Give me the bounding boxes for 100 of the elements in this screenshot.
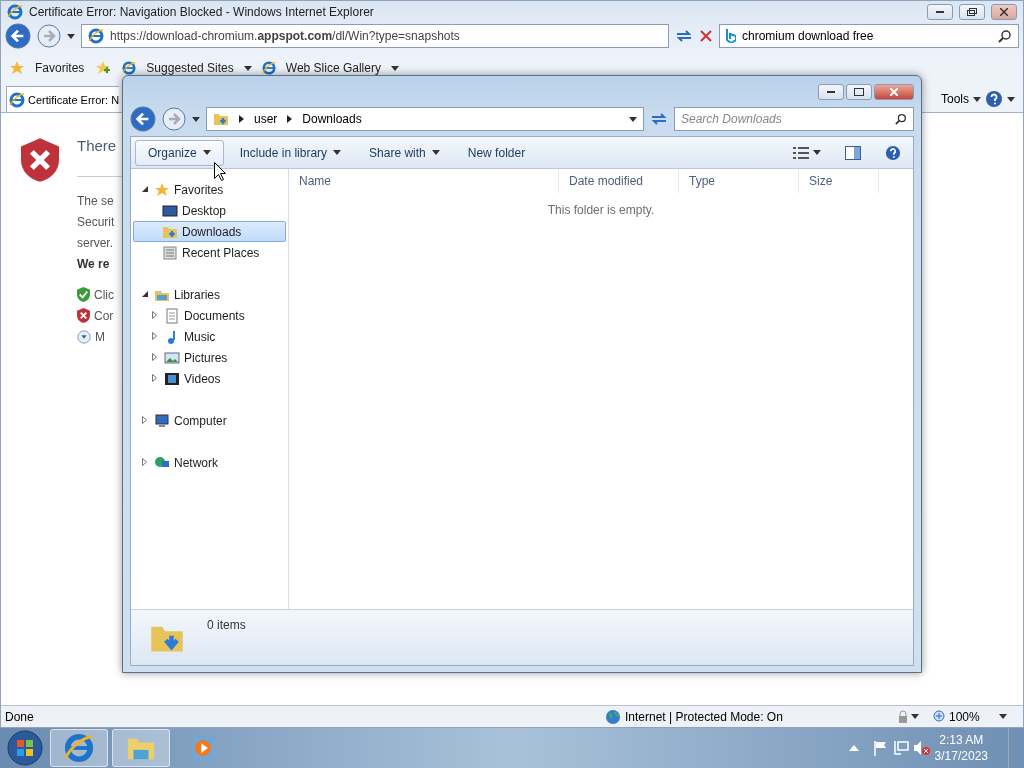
nav-item[interactable]: Desktop <box>133 200 286 221</box>
close-button[interactable] <box>874 84 914 100</box>
mouse-pointer-icon <box>214 162 226 182</box>
dropdown-icon <box>813 150 821 155</box>
window-title: Certificate Error: Navigation Blocked - Windows Internet Explorer <box>29 5 375 19</box>
nav-item[interactable]: Pictures <box>133 347 286 368</box>
dropdown-icon <box>1007 96 1015 102</box>
page-text: We re <box>77 256 110 271</box>
refresh-icon[interactable] <box>675 28 693 44</box>
nav-item[interactable]: Downloads <box>133 221 286 242</box>
minimize-button[interactable] <box>818 84 844 100</box>
breadcrumb-item[interactable]: user <box>254 112 278 126</box>
page-text: M <box>95 329 105 344</box>
back-button[interactable] <box>5 23 31 49</box>
tools-menu[interactable]: Tools <box>941 92 969 106</box>
shield-error-icon <box>21 137 59 183</box>
favorite-link[interactable]: Suggested Sites <box>146 61 234 75</box>
close-button[interactable] <box>991 4 1017 20</box>
star-icon <box>154 181 170 198</box>
column-header[interactable]: Date modified <box>559 169 679 193</box>
nav-item[interactable]: Videos <box>133 368 286 389</box>
zoom-level[interactable]: 100% <box>949 709 999 724</box>
ie-logo-icon <box>7 4 23 20</box>
toolbar-button[interactable]: Organize <box>135 139 224 166</box>
collapse-arrow-icon[interactable] <box>142 291 148 297</box>
toolbar-button[interactable]: Share with <box>357 139 452 166</box>
breadcrumb-bar[interactable]: user Downloads <box>206 107 644 131</box>
computer-icon <box>154 412 170 429</box>
expand-arrow-icon[interactable] <box>142 415 147 424</box>
column-header[interactable]: Name <box>289 169 559 193</box>
collapse-arrow-icon[interactable] <box>142 186 148 192</box>
dropdown-icon <box>629 116 637 122</box>
forward-button[interactable] <box>37 24 61 48</box>
nav-item[interactable]: Favorites <box>133 179 286 200</box>
nav-item[interactable]: Computer <box>133 410 286 431</box>
speaker-muted-icon[interactable] <box>912 740 931 756</box>
maximize-button[interactable] <box>846 84 872 100</box>
stop-icon[interactable] <box>699 29 713 43</box>
downloads-folder-icon <box>213 111 229 127</box>
expand-circle-icon <box>77 329 91 344</box>
nav-item[interactable]: Network <box>133 452 286 473</box>
toolbar-button[interactable]: New folder <box>455 139 538 166</box>
empty-folder-message: This folder is empty. <box>547 203 655 217</box>
document-icon <box>164 307 180 324</box>
close-icon <box>1000 8 1008 16</box>
expand-arrow-icon[interactable] <box>152 352 157 361</box>
close-icon <box>890 88 898 96</box>
back-button[interactable] <box>130 106 156 132</box>
nav-item[interactable]: Libraries <box>133 284 286 305</box>
minimize-button[interactable] <box>927 4 953 20</box>
restore-button[interactable] <box>959 4 985 20</box>
history-dropdown-icon <box>192 116 200 122</box>
refresh-icon[interactable] <box>650 111 668 127</box>
nav-item[interactable]: Recent Places <box>133 242 286 263</box>
globe-icon <box>605 708 621 725</box>
browser-tab[interactable]: Certificate Error: N <box>6 86 120 112</box>
page-text[interactable]: Cor <box>94 308 114 323</box>
start-button[interactable] <box>4 729 46 767</box>
column-header[interactable]: Size <box>799 169 879 193</box>
preview-pane-icon[interactable] <box>845 145 861 160</box>
network-icon[interactable] <box>892 740 909 756</box>
security-zone-text: Internet | Protected Mode: On <box>625 709 784 724</box>
media-player-icon <box>190 735 216 761</box>
help-icon[interactable] <box>885 144 901 161</box>
expand-arrow-icon[interactable] <box>152 310 157 319</box>
forward-button[interactable] <box>162 107 186 131</box>
help-icon[interactable] <box>985 90 1003 108</box>
chevron-icon[interactable] <box>287 115 293 123</box>
taskbar-app-button[interactable] <box>50 729 108 767</box>
add-favorite-icon[interactable] <box>94 60 113 76</box>
dropdown-icon <box>243 65 252 71</box>
breadcrumb-item[interactable]: Downloads <box>302 112 362 126</box>
favorite-link[interactable]: Web Slice Gallery <box>285 61 381 75</box>
page-text[interactable]: Clic <box>94 287 114 302</box>
bing-logo-icon <box>726 29 736 43</box>
nav-item[interactable]: Documents <box>133 305 286 326</box>
toolbar-button[interactable]: Include in library <box>227 139 354 166</box>
address-field[interactable]: https://download-chromium.appspot.com/dl/Win?type=snapshots <box>81 24 669 48</box>
star-icon <box>9 60 25 76</box>
expand-arrow-icon[interactable] <box>152 373 157 382</box>
column-header[interactable]: Type <box>679 169 799 193</box>
zoom-icon[interactable] <box>933 709 947 724</box>
page-text: The se <box>77 193 114 208</box>
chevron-icon[interactable] <box>239 115 244 123</box>
expand-arrow-icon[interactable] <box>152 331 157 340</box>
show-hidden-icons-icon[interactable] <box>848 745 859 751</box>
search-field[interactable]: chromium download free <box>719 24 1019 48</box>
dropdown-icon <box>999 714 1007 719</box>
monitor-icon <box>162 202 178 219</box>
search-field[interactable]: Search Downloads <box>674 107 914 131</box>
search-icon[interactable] <box>998 29 1012 43</box>
ie-logo-icon <box>9 91 25 108</box>
flag-icon[interactable] <box>872 740 889 756</box>
dropdown-icon <box>973 96 981 102</box>
view-options-icon[interactable] <box>793 146 809 159</box>
favorites-button[interactable]: Favorites <box>35 61 85 75</box>
expand-arrow-icon[interactable] <box>142 457 147 466</box>
ie-logo-icon <box>64 733 94 763</box>
nav-item[interactable]: Music <box>133 326 286 347</box>
search-icon <box>895 113 907 125</box>
